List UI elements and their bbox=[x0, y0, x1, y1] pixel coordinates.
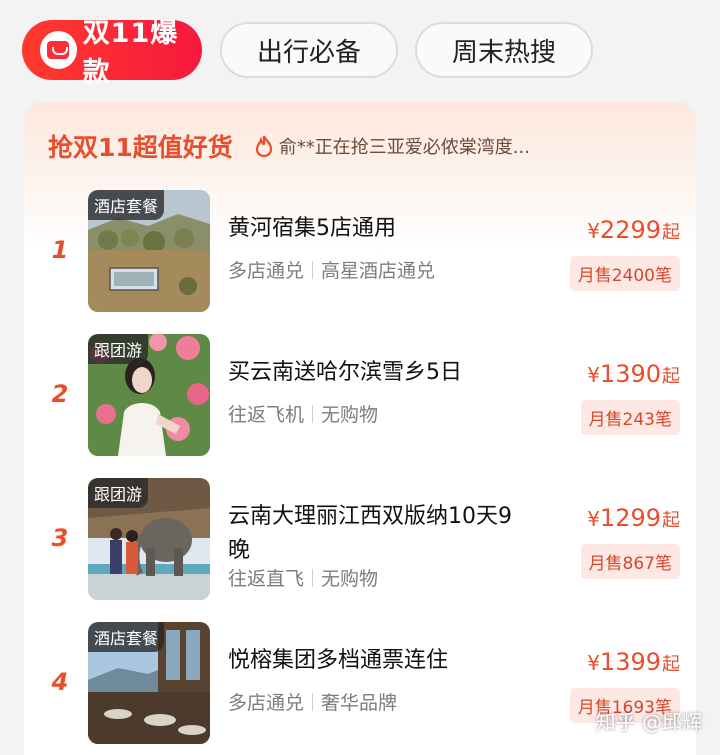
product-price: ¥ 1399 起 bbox=[587, 648, 680, 676]
feature-label: 多店通兑 bbox=[228, 260, 305, 282]
feature-label: 往返飞机 bbox=[228, 404, 305, 426]
product-name: 云南大理丽江西双版纳10天9晚 bbox=[228, 504, 512, 563]
tab-double11-label: 双11爆款 bbox=[82, 18, 179, 88]
list-item[interactable]: 3 跟团游 云南大理丽江西双版纳10天9晚 往返直飞 无购物 ¥ 1299 起 … bbox=[24, 478, 696, 608]
watermark: 知乎 @邱辉 bbox=[595, 710, 702, 734]
price-suffix: 起 bbox=[662, 366, 680, 387]
price-value: 2299 bbox=[599, 216, 661, 244]
list-item[interactable]: 2 跟团游 买云南送哈尔滨雪乡5日 往返飞机 无购物 ¥ 1390 起 月售24… bbox=[24, 334, 696, 464]
flame-icon bbox=[255, 135, 272, 157]
feature-label: 多店通兑 bbox=[228, 692, 305, 714]
price-suffix: 起 bbox=[662, 222, 680, 243]
price-currency: ¥ bbox=[587, 219, 600, 243]
purchase-ticker: 俞**正在抢三亚爱必侬棠湾度... bbox=[255, 133, 530, 159]
feature-divider bbox=[312, 404, 314, 423]
price-value: 1299 bbox=[599, 504, 661, 532]
feature-label: 高星酒店通兑 bbox=[321, 260, 436, 282]
price-currency: ¥ bbox=[587, 651, 600, 675]
product-image[interactable]: 酒店套餐 bbox=[88, 190, 210, 312]
deals-card: 抢双11超值好货 俞**正在抢三亚爱必侬棠湾度... 1 酒店套餐 黄河宿集5店… bbox=[24, 102, 696, 755]
price-value: 1390 bbox=[599, 360, 661, 388]
ticker-text: 俞**正在抢三亚爱必侬棠湾度... bbox=[278, 137, 530, 158]
category-tag: 酒店套餐 bbox=[88, 622, 165, 652]
tab-double11[interactable]: 双11爆款 bbox=[22, 18, 202, 88]
feature-divider bbox=[312, 568, 314, 587]
product-features: 往返飞机 无购物 bbox=[228, 400, 378, 427]
rank-number: 3 bbox=[51, 524, 69, 552]
feature-label: 无购物 bbox=[321, 568, 379, 590]
list-item[interactable]: 1 酒店套餐 黄河宿集5店通用 多店通兑 高星酒店通兑 ¥ 2299 起 月售2… bbox=[24, 190, 696, 320]
card-header: 抢双11超值好货 俞**正在抢三亚爱必侬棠湾度... bbox=[48, 126, 678, 166]
product-price: ¥ 1299 起 bbox=[587, 504, 680, 532]
price-suffix: 起 bbox=[662, 510, 680, 531]
product-name: 买云南送哈尔滨雪乡5日 bbox=[228, 360, 462, 385]
card-title: 抢双11超值好货 bbox=[48, 133, 233, 162]
monthly-sales-badge: 月售243笔 bbox=[580, 400, 680, 435]
feature-label: 奢华品牌 bbox=[321, 692, 398, 714]
rank-number: 4 bbox=[51, 668, 69, 696]
feature-label: 无购物 bbox=[321, 404, 379, 426]
tab-travel-essentials[interactable]: 出行必备 bbox=[220, 22, 398, 78]
product-image[interactable]: 跟团游 bbox=[88, 478, 210, 600]
product-image[interactable]: 跟团游 bbox=[88, 334, 210, 456]
feature-divider bbox=[312, 692, 314, 711]
category-tag: 跟团游 bbox=[88, 478, 149, 508]
monthly-sales-badge: 月售2400笔 bbox=[569, 256, 680, 291]
product-name: 黄河宿集5店通用 bbox=[228, 216, 396, 241]
tab-bar: 双11爆款 出行必备 周末热搜 bbox=[0, 0, 720, 100]
product-name: 悦榕集团多档通票连住 bbox=[228, 648, 449, 673]
product-price: ¥ 1390 起 bbox=[587, 360, 680, 388]
price-currency: ¥ bbox=[587, 507, 600, 531]
tab-weekend-hot[interactable]: 周末热搜 bbox=[415, 22, 593, 78]
monthly-sales-badge: 月售867笔 bbox=[580, 544, 680, 579]
product-features: 多店通兑 奢华品牌 bbox=[228, 688, 397, 715]
product-price: ¥ 2299 起 bbox=[587, 216, 680, 244]
rank-number: 2 bbox=[51, 380, 69, 408]
product-features: 多店通兑 高星酒店通兑 bbox=[228, 256, 435, 283]
category-tag: 酒店套餐 bbox=[88, 190, 165, 220]
tmall-logo-icon bbox=[40, 31, 77, 69]
price-value: 1399 bbox=[599, 648, 661, 676]
product-features: 往返直飞 无购物 bbox=[228, 564, 378, 591]
category-tag: 跟团游 bbox=[88, 334, 149, 364]
feature-label: 往返直飞 bbox=[228, 568, 305, 590]
rank-number: 1 bbox=[51, 236, 69, 264]
product-image[interactable]: 酒店套餐 bbox=[88, 622, 210, 744]
price-currency: ¥ bbox=[587, 363, 600, 387]
feature-divider bbox=[312, 260, 314, 279]
price-suffix: 起 bbox=[662, 654, 680, 675]
